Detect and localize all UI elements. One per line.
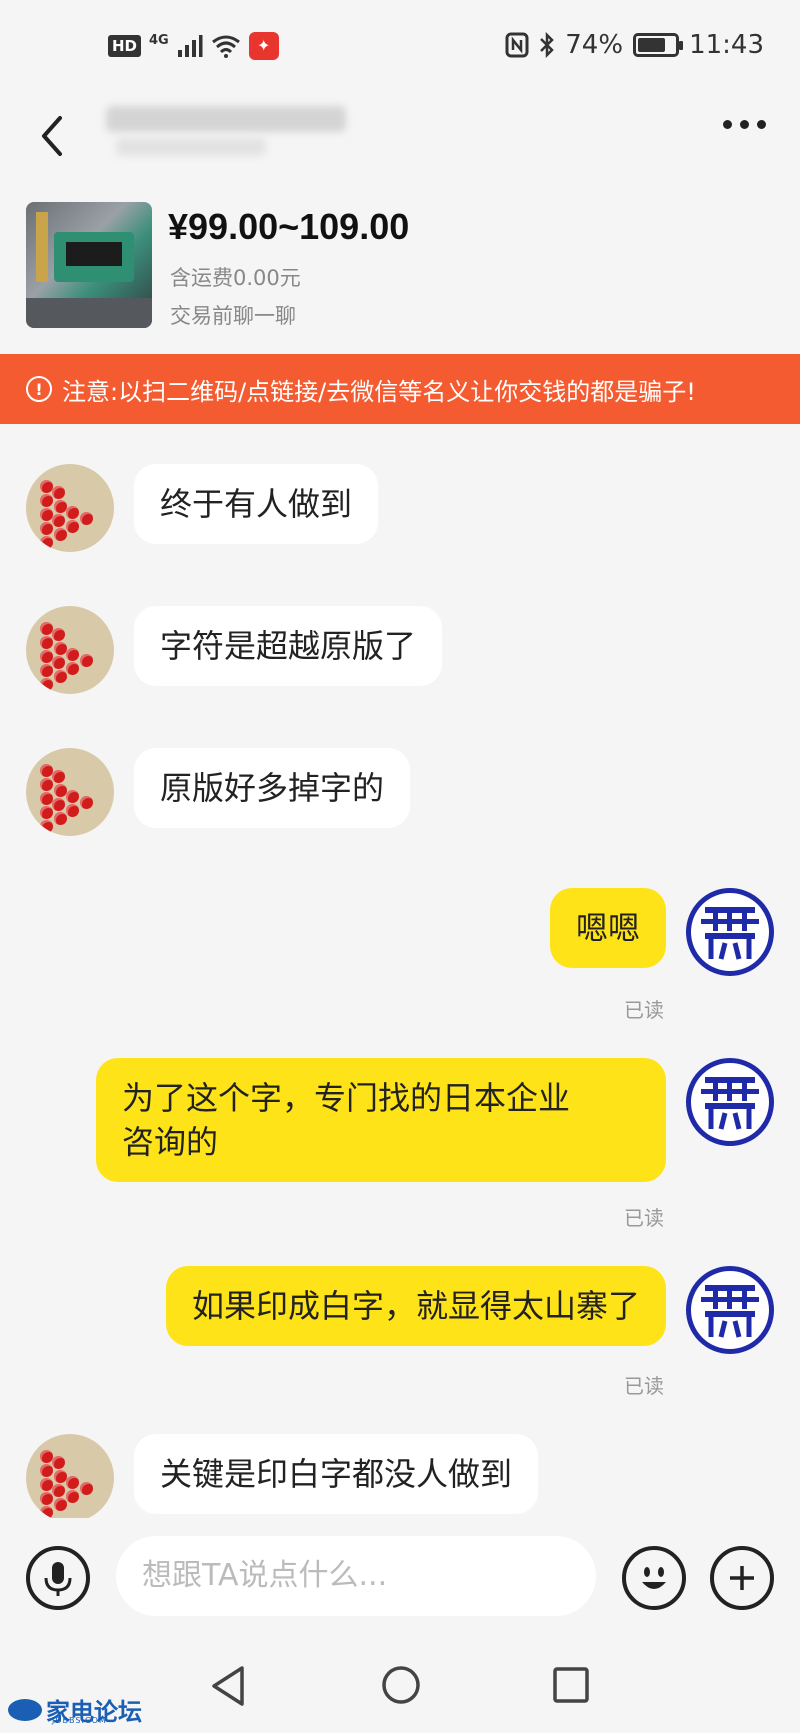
- status-bar: HD 4G ✦ 74% 11:43: [0, 0, 800, 96]
- wifi-icon: [211, 35, 240, 58]
- scam-warning-banner: ! 注意:以扫二维码/点链接/去微信等名义让你交钱的都是骗子!: [0, 354, 800, 424]
- avatar-cup-shape: [54, 528, 67, 541]
- message-bubble[interactable]: 为了这个字，专门找的日本企业 咨询的: [96, 1058, 666, 1182]
- seller-avatar[interactable]: [26, 748, 114, 836]
- avatar-cup-shape: [66, 1476, 79, 1489]
- avatar-cup-shape: [52, 770, 65, 783]
- avatar-cup-shape: [52, 628, 65, 641]
- battery-percent: 74%: [565, 30, 624, 60]
- emblem-icon: [701, 1077, 759, 1130]
- status-left-icons: HD 4G ✦: [108, 32, 279, 60]
- bluetooth-icon: [540, 32, 555, 58]
- nav-home-icon[interactable]: [380, 1664, 422, 1706]
- avatar-cup-shape: [54, 812, 67, 825]
- avatar-cup-shape: [54, 1498, 67, 1511]
- avatar-cup-shape: [66, 520, 79, 533]
- message-bubble[interactable]: 关键是印白字都没人做到: [134, 1434, 539, 1514]
- avatar-cup-shape: [54, 670, 67, 683]
- avatar-cup-shape: [40, 522, 53, 535]
- message-bubble[interactable]: 嗯嗯: [549, 888, 666, 968]
- avatar-cup-shape: [66, 790, 79, 803]
- clock: 11:43: [689, 30, 764, 60]
- read-status: 已读: [624, 998, 664, 1022]
- signal-icon: [177, 35, 203, 57]
- emblem-icon: [701, 1285, 759, 1338]
- message-bubble[interactable]: 终于有人做到: [134, 464, 379, 544]
- seller-avatar[interactable]: [26, 464, 114, 552]
- avatar-cup-shape: [52, 514, 65, 527]
- avatar-cup-shape: [52, 1456, 65, 1469]
- read-status: 已读: [624, 1374, 664, 1398]
- message-line: 为了这个字，专门找的日本企业: [122, 1079, 571, 1117]
- emoji-button[interactable]: [622, 1546, 686, 1610]
- message-bubble[interactable]: 如果印成白字，就显得太山寨了: [165, 1266, 666, 1346]
- message-bubble[interactable]: 字符是超越原版了: [134, 606, 443, 686]
- message-line: 咨询的: [122, 1123, 219, 1161]
- nav-recents-icon[interactable]: [552, 1666, 590, 1704]
- contact-name-blurred: [106, 100, 356, 164]
- avatar-cup-shape: [80, 512, 93, 525]
- avatar-cup-shape: [80, 654, 93, 667]
- input-bar: 想跟TA说点什么...: [0, 1518, 800, 1638]
- avatar-cup-shape: [80, 796, 93, 809]
- avatar-cup-shape: [40, 678, 53, 691]
- avatar-cup-shape: [40, 778, 53, 791]
- voice-input-button[interactable]: [26, 1546, 90, 1610]
- product-thumbnail[interactable]: [26, 202, 152, 328]
- avatar-cup-shape: [52, 656, 65, 669]
- back-arrow-icon[interactable]: [32, 106, 72, 166]
- buyer-avatar[interactable]: [686, 1266, 774, 1354]
- watermark-domain: JDBBS.COM: [52, 1716, 107, 1725]
- avatar-cup-shape: [66, 1490, 79, 1503]
- avatar-cup-shape: [40, 494, 53, 507]
- read-status: 已读: [624, 1206, 664, 1230]
- product-price: ¥99.00~109.00: [168, 206, 410, 247]
- product-card[interactable]: ¥99.00~109.00 含运费0.00元 交易前聊一聊: [0, 192, 800, 352]
- plus-icon: [730, 1566, 754, 1590]
- more-options-button[interactable]: [723, 120, 766, 129]
- smiley-icon: [642, 1567, 666, 1589]
- nav-back-icon[interactable]: [208, 1664, 248, 1708]
- battery-icon: [633, 33, 684, 57]
- chat-messages[interactable]: 终于有人做到 字符是超越原版了 原版好多掉字的 嗯嗯 已读 为了这个字，专门找的…: [0, 424, 800, 1518]
- emblem-icon: [701, 907, 759, 960]
- avatar-cup-shape: [66, 648, 79, 661]
- network-type: 4G: [149, 32, 169, 48]
- avatar-cup-shape: [52, 1484, 65, 1497]
- product-shipping: 含运费0.00元: [170, 266, 301, 290]
- seller-avatar[interactable]: [26, 1434, 114, 1518]
- avatar-cup-shape: [40, 1506, 53, 1518]
- microphone-icon: [44, 1562, 72, 1596]
- status-right-icons: 74% 11:43: [505, 30, 764, 60]
- seller-avatar[interactable]: [26, 606, 114, 694]
- buyer-avatar[interactable]: [686, 1058, 774, 1146]
- avatar-cup-shape: [40, 664, 53, 677]
- warning-icon: !: [26, 376, 52, 402]
- buyer-avatar[interactable]: [686, 888, 774, 976]
- forum-logo-icon: [8, 1698, 42, 1721]
- message-input[interactable]: 想跟TA说点什么...: [116, 1536, 596, 1616]
- avatar-cup-shape: [40, 1464, 53, 1477]
- app-notification-icon: ✦: [248, 32, 279, 60]
- avatar-cup-shape: [66, 662, 79, 675]
- more-actions-button[interactable]: [710, 1546, 774, 1610]
- avatar-cup-shape: [40, 536, 53, 549]
- hd-badge: HD: [108, 35, 142, 57]
- pre-trade-chat-hint: 交易前聊一聊: [170, 304, 296, 328]
- warning-text: 注意:以扫二维码/点链接/去微信等名义让你交钱的都是骗子!: [62, 377, 696, 406]
- message-bubble[interactable]: 原版好多掉字的: [134, 748, 411, 828]
- avatar-cup-shape: [40, 1492, 53, 1505]
- avatar-cup-shape: [52, 486, 65, 499]
- nfc-icon: [505, 32, 529, 58]
- avatar-cup-shape: [66, 506, 79, 519]
- avatar-cup-shape: [40, 820, 53, 833]
- avatar-cup-shape: [52, 798, 65, 811]
- avatar-cup-shape: [80, 1482, 93, 1495]
- battery-fill: [638, 38, 666, 52]
- avatar-cup-shape: [40, 636, 53, 649]
- forum-watermark: 家电论坛 JDBBS.COM: [8, 1692, 142, 1727]
- avatar-cup-shape: [40, 806, 53, 819]
- avatar-cup-shape: [66, 804, 79, 817]
